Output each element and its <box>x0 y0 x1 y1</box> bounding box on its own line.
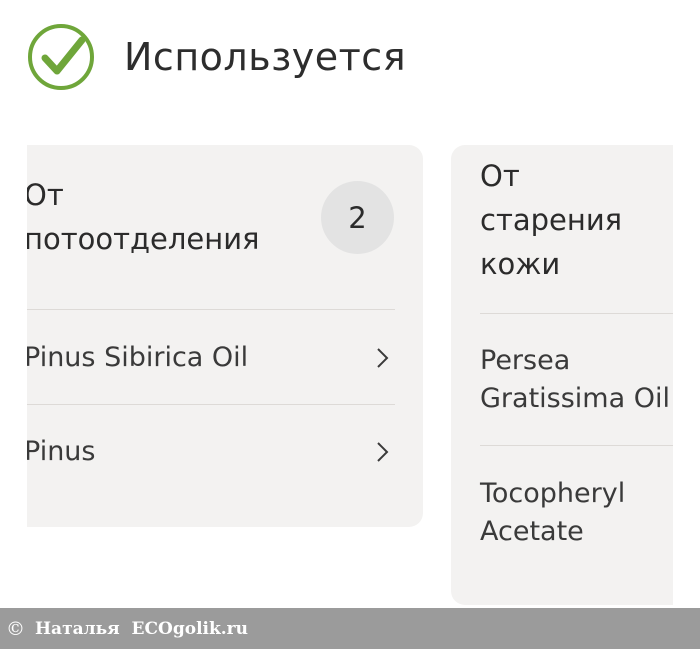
section-header: Используется <box>26 22 406 92</box>
chevron-right-icon[interactable] <box>375 441 391 463</box>
ingredient-label: Pinus Sibirica Oil <box>27 342 249 373</box>
cards-carousel[interactable]: От потоотделения 2 Pinus Sibirica Oil Pi… <box>27 145 673 610</box>
card-title: От потоотделения <box>27 178 260 256</box>
watermark-bar: © Наталья ECOgolik.ru <box>0 608 700 649</box>
ingredient-row[interactable]: Tocopheryl Acetate <box>480 475 625 551</box>
purpose-card-sweating[interactable]: От потоотделения 2 Pinus Sibirica Oil Pi… <box>27 145 423 527</box>
ingredient-label: Gratissima Oil <box>480 383 670 414</box>
watermark-text: Наталья ECOgolik.ru <box>35 618 248 639</box>
divider <box>27 309 395 310</box>
divider <box>480 445 673 446</box>
copyright-symbol: © <box>6 617 25 640</box>
section-title: Используется <box>124 35 407 79</box>
ingredient-row[interactable]: Persea Gratissima Oil <box>480 342 670 418</box>
card-title: От старения кожи <box>480 159 623 281</box>
ingredient-row[interactable]: Pinus Sibirica Oil <box>27 339 248 377</box>
chevron-right-icon[interactable] <box>375 347 391 369</box>
check-circle-icon <box>28 24 94 90</box>
divider <box>27 404 395 405</box>
ingredient-label: Acetate <box>480 516 584 547</box>
ingredient-row[interactable]: Pinus <box>27 433 95 471</box>
ingredient-label: Tocopheryl <box>480 478 626 509</box>
divider <box>480 313 673 314</box>
count-badge: 2 <box>321 181 394 254</box>
ingredient-label: Pinus <box>27 436 96 467</box>
purpose-card-anti-aging[interactable]: От старения кожи Persea Gratissima Oil T… <box>451 145 673 605</box>
ingredient-label: Persea <box>480 345 571 376</box>
